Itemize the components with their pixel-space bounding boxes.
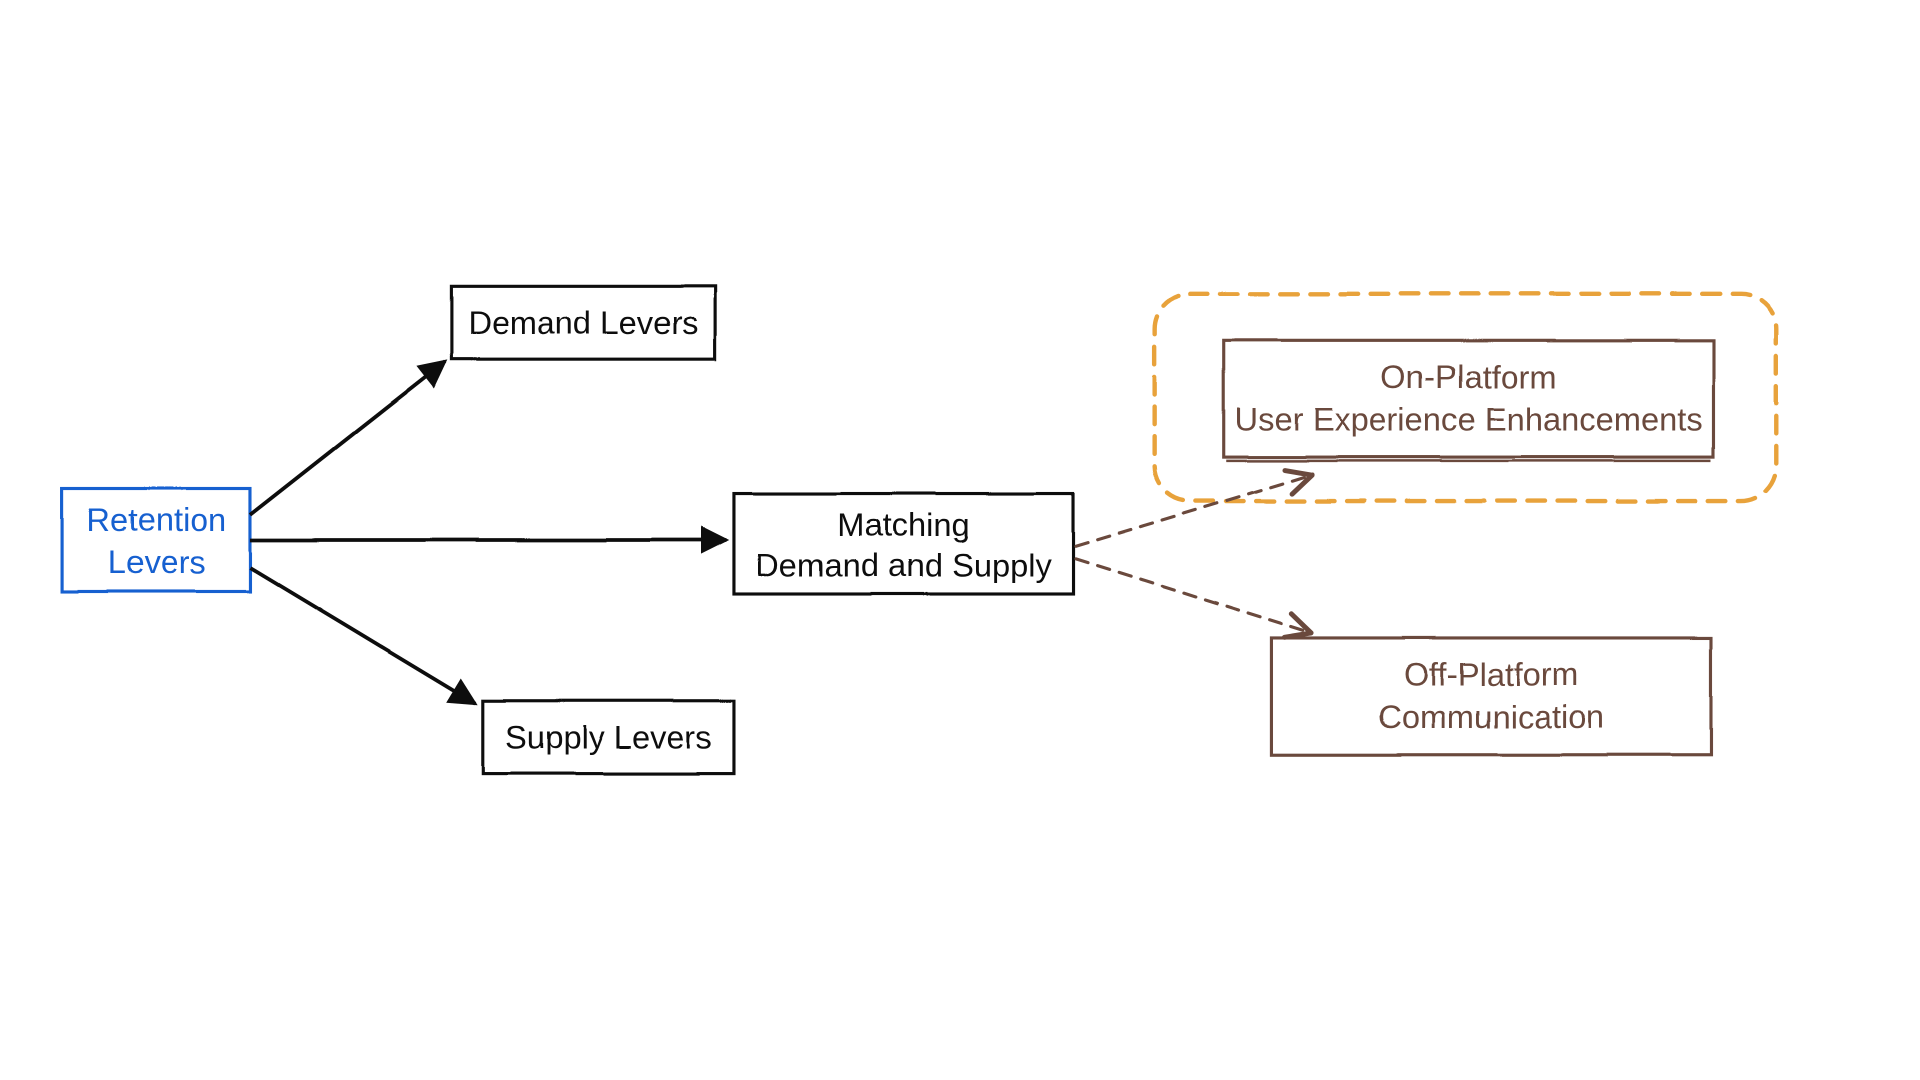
node-supply-levers: Supply Levers — [483, 701, 734, 774]
node-off-platform-line2: Communication — [1378, 698, 1605, 735]
retention-levers-diagram: Retention Levers Demand Levers Supply Le… — [0, 0, 1920, 1080]
node-off-platform-line1: Off-Platform — [1404, 656, 1579, 693]
node-matching-line2: Demand and Supply — [756, 546, 1052, 583]
node-matching: Matching Demand and Supply — [734, 494, 1073, 594]
node-demand-levers: Demand Levers — [451, 286, 715, 359]
node-on-platform-line2: User Experience Enhancements — [1235, 401, 1703, 438]
node-retention-levers-line1: Retention — [86, 501, 226, 538]
node-on-platform-line1: On-Platform — [1381, 358, 1557, 395]
edge-root-to-demand — [250, 362, 445, 515]
node-retention-levers-line2: Levers — [107, 544, 205, 581]
edge-matching-to-offplat — [1076, 559, 1312, 633]
node-on-platform: On-Platform User Experience Enhancements — [1224, 340, 1714, 461]
node-demand-levers-label: Demand Levers — [468, 304, 698, 341]
edge-root-to-supply — [250, 568, 475, 704]
node-matching-line1: Matching — [837, 506, 969, 543]
node-supply-levers-label: Supply Levers — [505, 718, 712, 755]
node-off-platform: Off-Platform Communication — [1271, 638, 1711, 755]
node-retention-levers: Retention Levers — [62, 489, 250, 592]
edge-matching-to-onplat — [1076, 475, 1312, 547]
